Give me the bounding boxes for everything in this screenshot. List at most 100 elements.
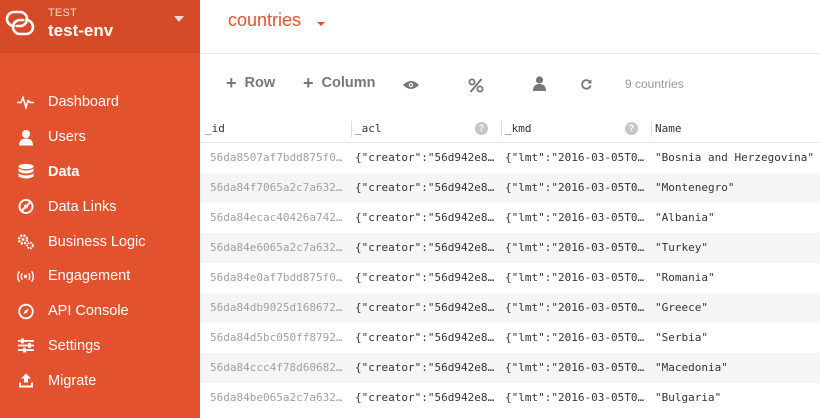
sidebar-item-data[interactable]: Data: [0, 155, 200, 190]
cell-name[interactable]: "Greece": [655, 293, 820, 323]
table-row[interactable]: 56da84f7065a2c7a632… {"creator":"56d942e8…: [200, 173, 820, 203]
cell-acl[interactable]: {"creator":"56d942e8…: [355, 143, 495, 173]
table-row[interactable]: 56da84e6065a2c7a632… {"creator":"56d942e8…: [200, 233, 820, 263]
user-icon: [17, 129, 34, 146]
cell-acl[interactable]: {"creator":"56d942e8…: [355, 383, 495, 413]
cell-name[interactable]: "Romania": [655, 263, 820, 293]
cell-id[interactable]: 56da84e6065a2c7a632…: [210, 233, 350, 263]
column-separator: [501, 121, 502, 137]
cell-id[interactable]: 56da84ecac40426a742…: [210, 203, 350, 233]
environment-dropdown-caret[interactable]: [174, 16, 184, 22]
cell-id[interactable]: 56da84db9025d168672…: [210, 293, 350, 323]
sidebar-item-label: Users: [48, 129, 86, 146]
add-row-button[interactable]: + Row: [226, 74, 275, 92]
cell-name[interactable]: "Montenegro": [655, 173, 820, 203]
column-header-name[interactable]: Name: [651, 115, 682, 143]
eye-icon[interactable]: [403, 80, 419, 90]
cell-acl[interactable]: {"creator":"56d942e8…: [355, 173, 495, 203]
column-header-id[interactable]: _id: [205, 115, 225, 143]
cell-kmd[interactable]: {"lmt":"2016-03-05T0…: [505, 383, 645, 413]
sidebar: TEST test-env Dashboard Users Data Data …: [0, 0, 200, 418]
sidebar-nav: Dashboard Users Data Data Links Business…: [0, 85, 200, 398]
cell-acl[interactable]: {"creator":"56d942e8…: [355, 323, 495, 353]
data-table: _id _acl ? _kmd ? Name 56da8507af7bdd875…: [200, 115, 820, 413]
gears-icon: [17, 233, 34, 250]
sidebar-item-label: Business Logic: [48, 233, 146, 250]
table-header: _id _acl ? _kmd ? Name: [200, 115, 820, 143]
add-row-label: Row: [244, 75, 276, 91]
percent-icon[interactable]: [468, 78, 484, 93]
table-body: 56da8507af7bdd875f0… {"creator":"56d942e8…: [200, 143, 820, 413]
cell-id[interactable]: 56da84be065a2c7a632…: [210, 383, 350, 413]
cell-acl[interactable]: {"creator":"56d942e8…: [355, 203, 495, 233]
table-row[interactable]: 56da84d5bc050ff8792… {"creator":"56d942e8…: [200, 323, 820, 353]
cell-name[interactable]: "Bulgaria": [655, 383, 820, 413]
sidebar-item-dashboard[interactable]: Dashboard: [0, 85, 200, 120]
plus-icon: +: [226, 73, 237, 93]
broadcast-icon: [17, 268, 34, 285]
table-row[interactable]: 56da84be065a2c7a632… {"creator":"56d942e8…: [200, 383, 820, 413]
cell-kmd[interactable]: {"lmt":"2016-03-05T0…: [505, 323, 645, 353]
cell-kmd[interactable]: {"lmt":"2016-03-05T0…: [505, 263, 645, 293]
column-header-kmd[interactable]: _kmd ?: [501, 115, 645, 143]
table-row[interactable]: 56da84db9025d168672… {"creator":"56d942e8…: [200, 293, 820, 323]
table-row[interactable]: 56da84e0af7bdd875f0… {"creator":"56d942e8…: [200, 263, 820, 293]
toolbar: + Row + Column 9 countries: [200, 54, 820, 115]
refresh-icon[interactable]: [581, 79, 592, 90]
column-separator: [651, 121, 652, 137]
cell-id[interactable]: 56da84ccc4f78d60682…: [210, 353, 350, 383]
column-header-acl[interactable]: _acl ?: [351, 115, 495, 143]
cell-acl[interactable]: {"creator":"56d942e8…: [355, 233, 495, 263]
logo-icon: [5, 10, 35, 36]
collection-dropdown-caret[interactable]: [317, 22, 325, 26]
sidebar-item-label: Engagement: [48, 268, 131, 285]
sidebar-item-engagement[interactable]: Engagement: [0, 259, 200, 294]
cell-name[interactable]: "Bosnia and Herzegovina": [655, 143, 820, 173]
cell-name[interactable]: "Turkey": [655, 233, 820, 263]
table-row[interactable]: 56da84ecac40426a742… {"creator":"56d942e8…: [200, 203, 820, 233]
record-count: 9 countries: [625, 77, 684, 91]
link-icon: [17, 198, 34, 215]
table-row[interactable]: 56da84ccc4f78d60682… {"creator":"56d942e8…: [200, 353, 820, 383]
environment-name[interactable]: test-env: [48, 21, 113, 41]
collection-title[interactable]: countries: [228, 10, 301, 31]
cell-name[interactable]: "Serbia": [655, 323, 820, 353]
add-column-button[interactable]: + Column: [303, 74, 375, 92]
help-icon[interactable]: ?: [625, 122, 638, 135]
environment-label: TEST: [48, 7, 77, 19]
upload-icon: [17, 372, 34, 389]
cell-kmd[interactable]: {"lmt":"2016-03-05T0…: [505, 143, 645, 173]
cell-id[interactable]: 56da84e0af7bdd875f0…: [210, 263, 350, 293]
sidebar-item-label: API Console: [48, 303, 129, 320]
environment-header[interactable]: TEST test-env: [0, 0, 200, 53]
cell-acl[interactable]: {"creator":"56d942e8…: [355, 293, 495, 323]
help-icon[interactable]: ?: [475, 122, 488, 135]
sidebar-item-settings[interactable]: Settings: [0, 329, 200, 364]
sidebar-item-label: Data: [48, 163, 80, 180]
pulse-icon: [17, 94, 34, 111]
user-permissions-icon[interactable]: [533, 76, 546, 91]
compass-icon: [17, 303, 34, 320]
cell-name[interactable]: "Macedonia": [655, 353, 820, 383]
sidebar-item-data-links[interactable]: Data Links: [0, 189, 200, 224]
cell-kmd[interactable]: {"lmt":"2016-03-05T0…: [505, 203, 645, 233]
table-row[interactable]: 56da8507af7bdd875f0… {"creator":"56d942e8…: [200, 143, 820, 173]
sidebar-item-label: Data Links: [48, 198, 117, 215]
cell-kmd[interactable]: {"lmt":"2016-03-05T0…: [505, 233, 645, 263]
sidebar-item-business-logic[interactable]: Business Logic: [0, 224, 200, 259]
cell-kmd[interactable]: {"lmt":"2016-03-05T0…: [505, 353, 645, 383]
column-separator: [351, 121, 352, 137]
sidebar-item-migrate[interactable]: Migrate: [0, 363, 200, 398]
sidebar-item-label: Settings: [48, 337, 101, 354]
cell-acl[interactable]: {"creator":"56d942e8…: [355, 353, 495, 383]
cell-kmd[interactable]: {"lmt":"2016-03-05T0…: [505, 173, 645, 203]
cell-id[interactable]: 56da8507af7bdd875f0…: [210, 143, 350, 173]
sidebar-item-users[interactable]: Users: [0, 120, 200, 155]
cell-kmd[interactable]: {"lmt":"2016-03-05T0…: [505, 293, 645, 323]
cell-name[interactable]: "Albania": [655, 203, 820, 233]
cell-id[interactable]: 56da84f7065a2c7a632…: [210, 173, 350, 203]
cell-id[interactable]: 56da84d5bc050ff8792…: [210, 323, 350, 353]
sidebar-item-api-console[interactable]: API Console: [0, 294, 200, 329]
cell-acl[interactable]: {"creator":"56d942e8…: [355, 263, 495, 293]
sidebar-item-label: Migrate: [48, 372, 97, 389]
